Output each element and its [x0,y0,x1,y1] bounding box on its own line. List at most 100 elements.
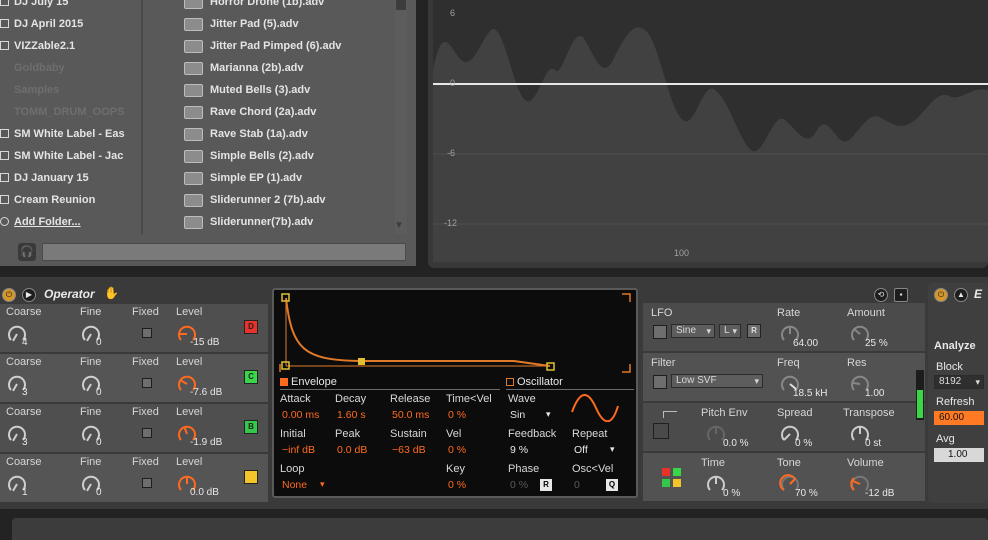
oscillator-row: Coarse Fine Fixed Level 3 0 -7.6 dB C [0,354,268,402]
places-item[interactable]: DJ April 2015 [0,18,138,36]
operator-global-panel: LFO Sine L R Rate 64.00 Amount 25 % Filt… [643,303,925,503]
device-fold-icon[interactable]: ▶ [22,288,36,302]
peak-label: Peak [335,428,361,440]
phase-retrigger-button[interactable]: R [540,479,552,491]
filter-res-value: 1.00 [865,388,885,399]
algorithm-icon[interactable] [661,467,683,489]
add-folder-link[interactable]: Add Folder... [0,216,138,234]
osc-vel-quantize-button[interactable]: Q [606,479,618,491]
file-scrollbar[interactable] [395,0,407,234]
file-list-item[interactable]: Simple EP (1).adv [184,172,303,190]
lfo-enable-toggle[interactable] [653,325,667,339]
repeat-dropdown[interactable]: Off [574,444,588,456]
pitch-env-toggle[interactable] [653,423,669,439]
places-item[interactable]: TOMM_DRUM_OOPS [0,106,138,124]
preview-headphones-icon[interactable]: 🎧 [18,243,36,261]
fixed-toggle[interactable] [142,328,152,338]
file-list-item[interactable]: Jitter Pad Pimped (6).adv [184,40,342,58]
avg-field[interactable]: 1.00 [934,448,984,462]
oscillator-toggle-button[interactable]: C [244,370,258,384]
device-hotswap-icon[interactable]: ⟲ [874,288,888,302]
file-list-item[interactable]: Rave Chord (2a).adv [184,106,316,124]
tone-value: 70 % [795,488,818,499]
places-item-label: DJ July 15 [14,0,69,8]
file-list-item[interactable]: Sliderunner 2 (7b).adv [184,194,326,212]
oscillator-section-icon[interactable] [506,378,514,386]
coarse-value: 4 [22,337,28,348]
scroll-thumb[interactable] [396,0,406,10]
places-item[interactable]: Cream Reunion [0,194,138,212]
places-item[interactable]: SM White Label - Eas [0,128,138,146]
file-name: Sliderunner(7b).adv [210,216,314,228]
oscillator-toggle-button[interactable] [244,470,258,484]
lfo-retrigger-button[interactable]: R [747,324,761,338]
folder-icon [0,19,9,28]
places-item[interactable]: DJ July 15 [0,0,138,14]
lfo-mode-dropdown[interactable]: L [719,324,741,338]
refresh-field[interactable]: 60.00 [934,411,984,425]
repeat-chevron-icon[interactable]: ▾ [610,444,615,455]
file-name: Simple EP (1).adv [210,172,303,184]
scroll-down-icon[interactable]: ▼ [394,220,404,231]
places-item[interactable]: VIZZable2.1 [0,40,138,58]
sustain-value[interactable]: −63 dB [392,444,426,456]
file-list-item[interactable]: Horror Drone (1b).adv [184,0,324,14]
peak-value[interactable]: 0.0 dB [337,444,367,456]
attack-value[interactable]: 0.00 ms [282,409,319,421]
initial-label: Initial [280,428,306,440]
places-item[interactable]: Goldbaby [0,62,138,80]
vel-label: Vel [446,428,462,440]
places-item[interactable]: Samples [0,84,138,102]
file-list-item[interactable]: Marianna (2b).adv [184,62,304,80]
oscillator-divider [506,389,634,390]
analyzer-power-icon[interactable]: ⏻ [934,288,948,302]
refresh-label: Refresh [936,396,975,408]
key-value[interactable]: 0 % [448,479,466,491]
wave-dropdown[interactable]: Sin [510,409,525,421]
file-list-item[interactable]: Rave Stab (1a).adv [184,128,308,146]
folder-icon [0,173,9,182]
loop-dropdown[interactable]: None [282,479,307,491]
filter-enable-toggle[interactable] [653,375,667,389]
wave-chevron-icon[interactable]: ▾ [546,409,551,420]
oscillator-toggle-button[interactable]: D [244,320,258,334]
envelope-section-icon[interactable] [280,378,288,386]
file-list-item[interactable]: Sliderunner(7b).adv [184,216,314,234]
analyzer-fold-icon[interactable]: ▲ [954,288,968,302]
fixed-toggle[interactable] [142,478,152,488]
fixed-toggle[interactable] [142,428,152,438]
envelope-graph[interactable] [274,290,636,380]
places-item[interactable]: DJ January 15 [0,172,138,190]
decay-value[interactable]: 1.60 s [337,409,366,421]
vel-value[interactable]: 0 % [448,444,466,456]
time-vel-value[interactable]: 0 % [448,409,466,421]
spectrum-device-panel: ⏻ ▲ E Analyze Block 8192 Refresh 60.00 A… [928,283,988,503]
spread-label: Spread [777,407,813,419]
loop-chevron-icon[interactable]: ▾ [320,479,325,490]
preset-file-icon [184,62,203,75]
preview-bar[interactable] [42,243,406,261]
file-list-item[interactable]: Jitter Pad (5).adv [184,18,299,36]
file-name: Jitter Pad Pimped (6).adv [210,40,342,52]
osc-vel-value[interactable]: 0 [574,479,580,491]
block-dropdown[interactable]: 8192 [934,375,984,389]
hand-icon[interactable]: ✋ [104,286,119,300]
file-list-item[interactable]: Muted Bells (3).adv [184,84,310,102]
filter-type-dropdown[interactable]: Low SVF [671,374,763,388]
initial-value[interactable]: −inf dB [282,444,315,456]
lfo-wave-dropdown[interactable]: Sine [671,324,715,338]
file-list-item[interactable]: Simple Bells (2).adv [184,150,314,168]
feedback-value[interactable]: 9 % [510,444,528,456]
db-label-6: 6 [450,8,456,18]
preset-file-icon [184,194,203,207]
places-item[interactable]: SM White Label - Jac [0,150,138,168]
fixed-toggle[interactable] [142,378,152,388]
coarse-label: Coarse [6,356,42,368]
release-value[interactable]: 50.0 ms [392,409,429,421]
device-power-icon[interactable]: ⏻ [2,288,16,302]
device-save-icon[interactable]: ▪ [894,288,908,302]
oscillator-toggle-button[interactable]: B [244,420,258,434]
phase-value[interactable]: 0 % [510,479,528,491]
browser-divider[interactable] [141,0,143,234]
time-vel-label: Time<Vel [446,393,492,405]
